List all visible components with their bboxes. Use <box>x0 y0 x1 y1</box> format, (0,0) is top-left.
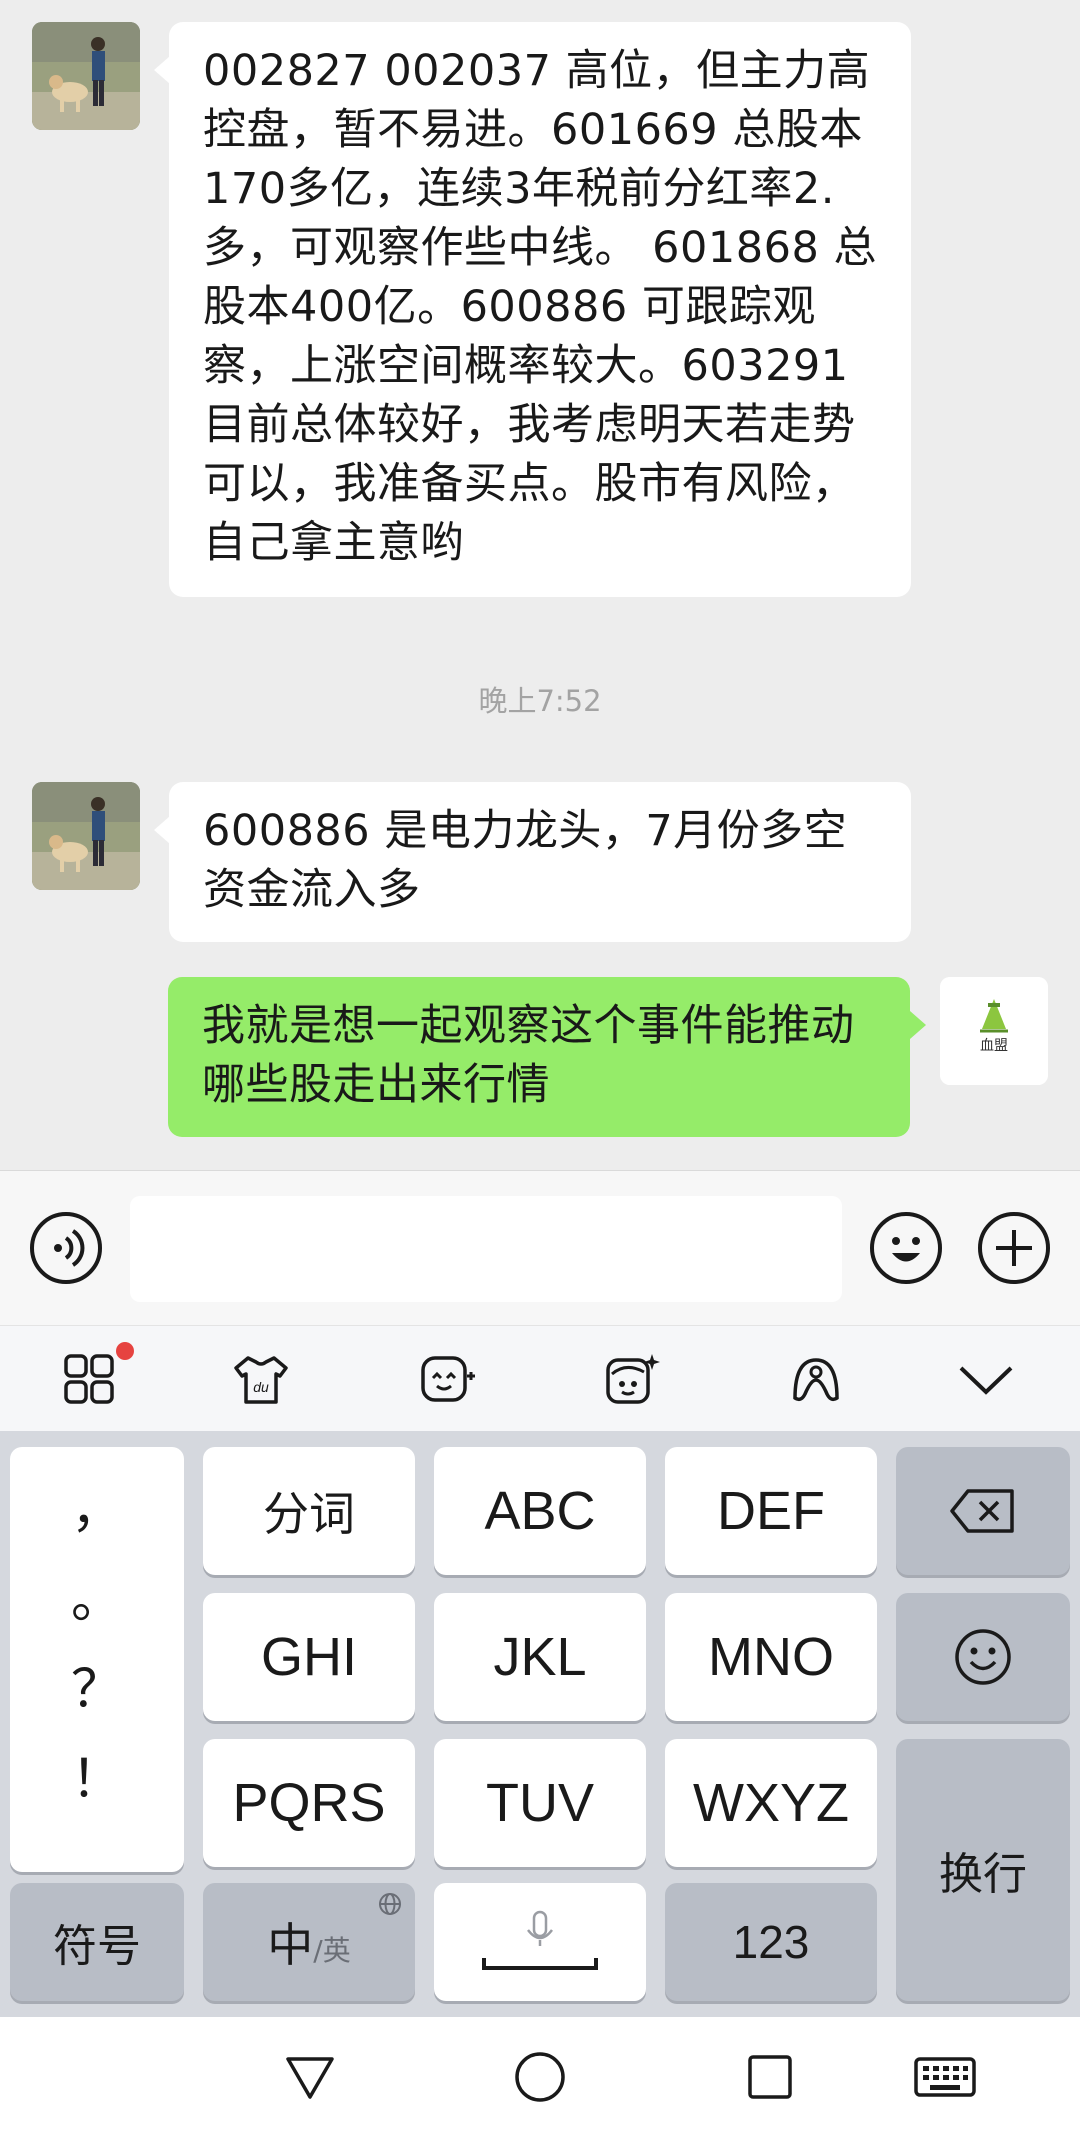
message-bubble-outgoing[interactable]: 我就是想一起观察这个事件能推动哪些股走出来行情 <box>168 977 910 1137</box>
number-key[interactable]: 123 <box>665 1883 877 2001</box>
plus-icon <box>996 1230 1032 1266</box>
emoji-key[interactable] <box>896 1593 1070 1721</box>
notification-badge <box>116 1342 134 1360</box>
backspace-icon <box>950 1489 1014 1533</box>
punctuation-panel[interactable]: ， 。 ？ ！ <box>10 1447 184 1872</box>
kaomoji-icon <box>421 1356 475 1402</box>
message-text: 600886 是电力龙头，7月份多空资金流入多 <box>203 806 848 915</box>
chat-area[interactable]: 002827 002037 高位，但主力高控盘，暂不易进。601669 总股本1… <box>0 0 1080 1170</box>
message-bubble-incoming[interactable]: 600886 是电力龙头，7月份多空资金流入多 <box>169 782 911 942</box>
enter-key[interactable]: 换行 <box>896 1739 1070 2001</box>
punct-exclaim[interactable]: ！ <box>71 1735 123 1825</box>
key-pqrs[interactable]: PQRS <box>203 1739 415 1867</box>
contact-avatar[interactable] <box>32 22 140 130</box>
kaomoji-button[interactable] <box>415 1348 477 1410</box>
punct-period[interactable]: 。 <box>71 1555 123 1645</box>
contact-avatar[interactable] <box>32 782 140 890</box>
apps-grid-icon <box>64 1354 114 1404</box>
key-segment[interactable]: 分词 <box>203 1447 415 1575</box>
ime-toolbar: du <box>0 1325 1080 1431</box>
language-switch-key[interactable]: 中 /英 <box>203 1883 415 2001</box>
punct-comma[interactable]: ， <box>71 1465 123 1555</box>
smiley-icon <box>955 1629 1011 1685</box>
bubble-tail <box>154 56 170 84</box>
recents-button[interactable] <box>740 2047 800 2107</box>
skin-button[interactable]: du <box>230 1348 292 1410</box>
apps-grid-button[interactable] <box>60 1342 134 1410</box>
home-circle-icon <box>515 2052 565 2102</box>
home-button[interactable] <box>510 2047 570 2107</box>
message-input[interactable] <box>130 1196 842 1302</box>
key-mno[interactable]: MNO <box>665 1593 877 1721</box>
key-tuv[interactable]: TUV <box>434 1739 646 1867</box>
message-input-bar <box>0 1170 1080 1325</box>
message-text: 002827 002037 高位，但主力高控盘，暂不易进。601669 总股本1… <box>203 46 877 568</box>
key-def[interactable]: DEF <box>665 1447 877 1575</box>
message-text: 我就是想一起观察这个事件能推动哪些股走出来行情 <box>202 1001 855 1110</box>
key-wxyz[interactable]: WXYZ <box>665 1739 877 1867</box>
handwriting-icon <box>793 1358 839 1402</box>
skin-icon: du <box>234 1356 288 1404</box>
message-timestamp: 晚上7:52 <box>478 684 602 718</box>
voice-icon <box>54 1229 85 1267</box>
keyboard: ， 。 ？ ！ 分词 ABC DEF GHI JKL MNO PQRS TUV … <box>0 1431 1080 2017</box>
system-nav-bar <box>0 2017 1080 2135</box>
backspace-key[interactable] <box>896 1447 1070 1575</box>
key-jkl[interactable]: JKL <box>434 1593 646 1721</box>
bubble-tail <box>154 816 170 844</box>
emoji-icon <box>892 1237 920 1262</box>
key-ghi[interactable]: GHI <box>203 1593 415 1721</box>
more-button[interactable] <box>978 1212 1050 1284</box>
lang-main-label: 中 <box>267 1918 314 1972</box>
globe-icon <box>379 1893 401 1915</box>
my-avatar[interactable]: 血盟 <box>940 977 1048 1085</box>
bubble-tail <box>910 1011 926 1039</box>
message-bubble-incoming[interactable]: 002827 002037 高位，但主力高控盘，暂不易进。601669 总股本1… <box>169 22 911 597</box>
space-key[interactable] <box>434 1883 646 2001</box>
collapse-icon <box>959 1366 1013 1395</box>
recents-square-icon <box>748 2055 792 2099</box>
symbol-key[interactable]: 符号 <box>10 1883 184 2001</box>
microphone-icon <box>482 1910 598 1970</box>
keyboard-icon <box>914 2057 976 2097</box>
handwriting-button[interactable] <box>785 1348 847 1410</box>
sticker-button[interactable] <box>600 1348 662 1410</box>
sticker-icon <box>606 1354 660 1404</box>
emoji-button[interactable] <box>870 1212 942 1284</box>
voice-button[interactable] <box>30 1212 102 1284</box>
svg-text:du: du <box>253 1379 269 1395</box>
key-abc[interactable]: ABC <box>434 1447 646 1575</box>
back-triangle-icon <box>286 2057 334 2099</box>
collapse-keyboard-button[interactable] <box>955 1348 1017 1410</box>
logo-icon <box>940 977 1048 1085</box>
lang-alt-label: /英 <box>313 1934 351 1967</box>
punct-question[interactable]: ？ <box>71 1645 123 1735</box>
keyboard-switch-button[interactable] <box>910 2047 980 2107</box>
back-button[interactable] <box>280 2047 340 2107</box>
my-avatar-text: 血盟 <box>980 1038 1008 1054</box>
